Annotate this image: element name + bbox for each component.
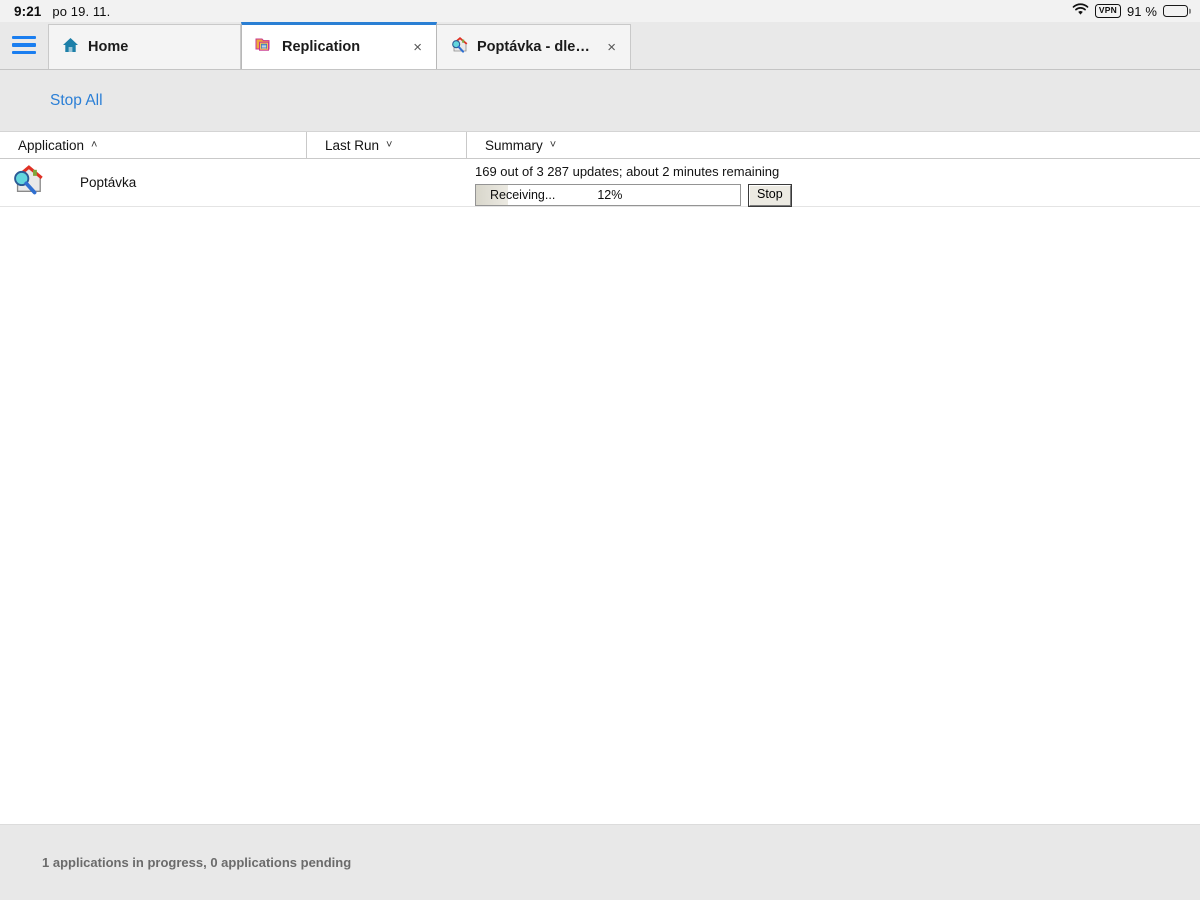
replication-progress-bar: Receiving... 12% <box>475 184 741 207</box>
hamburger-menu-icon[interactable] <box>0 21 48 69</box>
ios-status-bar: 9:21 po 19. 11. VPN 91 % <box>0 0 1200 22</box>
tab-poptavka-close-icon[interactable]: × <box>599 40 616 55</box>
column-header-summary[interactable]: Summary ˅ <box>467 132 1200 159</box>
cell-last-run <box>307 159 467 206</box>
table-row[interactable]: Poptávka 169 out of 3 287 updates; about… <box>0 159 1200 208</box>
column-header-last-run[interactable]: Last Run ˅ <box>307 132 467 159</box>
stop-button[interactable]: Stop <box>748 183 792 207</box>
browser-tab-bar: Home Replication × Poptávka - dle kl × <box>0 22 1200 70</box>
cell-application: Poptávka <box>0 159 307 206</box>
vpn-badge: VPN <box>1094 4 1121 18</box>
status-bar-right: VPN 91 % <box>1072 3 1188 19</box>
application-name: Poptávka <box>80 175 137 191</box>
status-footer: 1 applications in progress, 0 applicatio… <box>0 824 1200 900</box>
house-magnifier-icon <box>10 164 44 201</box>
status-date: po 19. 11. <box>52 3 111 19</box>
tab-poptavka[interactable]: Poptávka - dle klier... × <box>437 24 631 69</box>
progress-percent-label: 12% <box>597 188 623 203</box>
column-header-application-label: Application <box>18 138 85 153</box>
house-magnifier-icon <box>450 37 468 57</box>
tab-home[interactable]: Home <box>48 24 241 69</box>
tab-home-label: Home <box>88 39 129 55</box>
stop-all-button[interactable]: Stop All <box>50 92 103 110</box>
folder-replication-icon <box>255 37 273 57</box>
table-header-row: Application ˄ Last Run ˅ Summary ˅ <box>0 132 1200 159</box>
empty-content-area <box>0 207 1200 818</box>
tab-replication-label: Replication <box>282 39 361 55</box>
summary-status-text: 169 out of 3 287 updates; about 2 minute… <box>475 164 780 179</box>
action-toolbar: Stop All <box>0 70 1200 132</box>
tab-poptavka-label: Poptávka - dle klier... <box>477 39 591 55</box>
wifi-icon <box>1072 3 1089 19</box>
column-header-last-run-label: Last Run <box>325 138 380 153</box>
progress-status-label: Receiving... <box>490 188 556 203</box>
chevron-down-icon: ˅ <box>386 139 393 151</box>
column-header-application[interactable]: Application ˄ <box>0 132 307 159</box>
status-bar-left: 9:21 po 19. 11. <box>14 4 110 19</box>
chevron-down-icon: ˅ <box>549 139 557 151</box>
status-time: 9:21 <box>14 3 42 19</box>
sort-asc-icon: ˄ <box>91 139 98 151</box>
footer-status-text: 1 applications in progress, 0 applicatio… <box>42 855 352 870</box>
home-house-icon <box>62 37 79 57</box>
replication-table: Application ˄ Last Run ˅ Summary ˅ Poptá <box>0 132 1200 208</box>
tab-replication[interactable]: Replication × <box>241 22 437 69</box>
battery-icon <box>1163 5 1188 17</box>
battery-percentage: 91 % <box>1126 3 1157 19</box>
progress-row: Receiving... 12% Stop <box>467 183 1200 207</box>
column-header-summary-label: Summary <box>485 138 543 153</box>
tab-replication-close-icon[interactable]: × <box>405 40 422 55</box>
cell-summary: 169 out of 3 287 updates; about 2 minute… <box>467 159 1200 207</box>
